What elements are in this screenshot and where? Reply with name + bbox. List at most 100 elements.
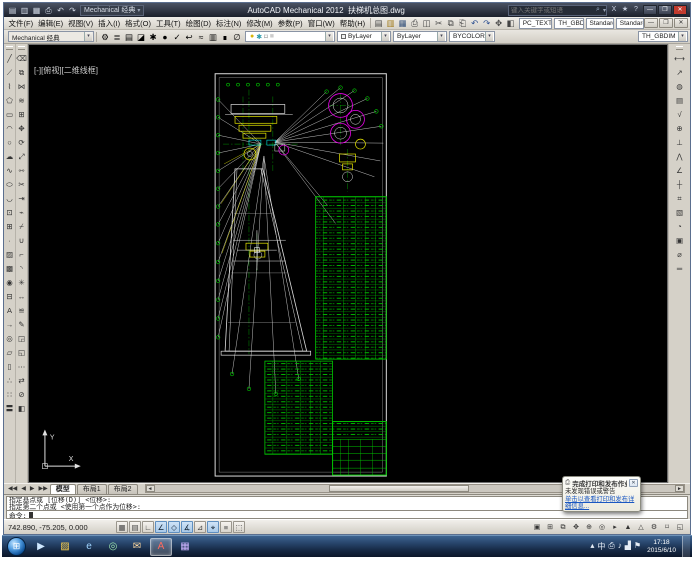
tab-scroll-first[interactable]: ◀◀	[6, 484, 19, 494]
toolbar-grip[interactable]	[6, 46, 13, 50]
overkill-icon[interactable]: ⊘	[16, 389, 27, 400]
drawing-canvas[interactable]: [-][俯视][二维线框]	[28, 44, 668, 483]
pedit-icon[interactable]: ✎	[16, 319, 27, 330]
taskbar-app-icon-3[interactable]: ▦	[174, 538, 196, 556]
menu-item[interactable]: 工具(T)	[154, 18, 184, 29]
ducs-toggle[interactable]: ⊿	[194, 521, 206, 533]
tab-scroll-last[interactable]: ▶▶	[36, 484, 49, 494]
layer-lock-icon[interactable]: ∎	[219, 31, 231, 43]
plot-style-select[interactable]: BYCOLOR▾	[449, 31, 495, 42]
point-icon[interactable]: ·	[4, 235, 15, 246]
menu-item[interactable]: 绘图(D)	[183, 18, 213, 29]
polar-toggle[interactable]: ∠	[155, 521, 167, 533]
pan-icon[interactable]: ✥	[570, 521, 582, 533]
plot-icon[interactable]: ⎙	[409, 17, 421, 29]
join-icon[interactable]: ∪	[16, 235, 27, 246]
color-select[interactable]: ByLayer▾	[337, 31, 391, 42]
help-icon[interactable]: ?	[631, 5, 641, 15]
annotation-visibility-icon[interactable]: ▲	[622, 521, 634, 533]
pan-icon[interactable]: ✥	[493, 17, 505, 29]
make-block-icon[interactable]: ⊞	[4, 221, 15, 232]
start-button[interactable]: ⊞	[7, 537, 26, 556]
group-icon[interactable]: ◲	[16, 333, 27, 344]
command-input-line[interactable]: 命令:	[6, 511, 688, 519]
trim-icon[interactable]: ✂	[16, 179, 27, 190]
viewport-controls[interactable]: [-][俯视][二维线框]	[34, 65, 98, 76]
cut-icon[interactable]: ✂	[433, 17, 445, 29]
edge-symbol-icon[interactable]: ∠	[674, 165, 685, 176]
grid-toggle[interactable]: ▤	[129, 521, 141, 533]
autoscale-icon[interactable]: △	[635, 521, 647, 533]
detail-icon[interactable]: ◔	[674, 221, 685, 232]
dim-style-select[interactable]: TH_GBDIM▾	[554, 18, 583, 29]
layer-isolate-icon[interactable]: ◪	[135, 31, 147, 43]
menu-item[interactable]: 修改(M)	[244, 18, 275, 29]
undo-icon[interactable]: ↶	[469, 17, 481, 29]
snap-toggle[interactable]: ▦	[116, 521, 128, 533]
save-icon[interactable]: ▦	[397, 17, 409, 29]
printer-tray-icon[interactable]: ⎙	[608, 541, 614, 552]
line-icon[interactable]: ╱	[4, 53, 15, 64]
steering-wheel-icon[interactable]: ◎	[596, 521, 608, 533]
scrollbar-thumb[interactable]	[329, 485, 469, 492]
qp-toggle[interactable]: ⬚	[233, 521, 245, 533]
search-input[interactable]	[509, 7, 593, 14]
array-icon[interactable]: ⊞	[16, 109, 27, 120]
layer-previous-icon[interactable]: ↩	[183, 31, 195, 43]
taskbar-ie-icon[interactable]: e	[78, 538, 100, 556]
fillet-icon[interactable]: ◝	[16, 263, 27, 274]
menu-item[interactable]: 帮助(H)	[337, 18, 367, 29]
taskbar-app-icon-1[interactable]: ◎	[102, 538, 124, 556]
insert-block-icon[interactable]: ⊡	[4, 207, 15, 218]
taskbar-folder-icon[interactable]: ▨	[54, 538, 76, 556]
layer-freeze-icon[interactable]: ✱	[147, 31, 159, 43]
properties-icon[interactable]: ◧	[16, 403, 27, 414]
table-icon[interactable]: ⊟	[4, 291, 15, 302]
revision-cloud-icon[interactable]: ☁	[4, 151, 15, 162]
hide-icon[interactable]: ▧	[674, 207, 685, 218]
toolbar-lock-icon[interactable]: ⌑	[661, 521, 673, 533]
hatch-icon[interactable]: ▨	[4, 249, 15, 260]
break-icon[interactable]: ⌿	[16, 221, 27, 232]
ortho-toggle[interactable]: ∟	[142, 521, 154, 533]
save-icon[interactable]: ▦	[31, 5, 42, 16]
scroll-left-icon[interactable]: ◄	[146, 485, 155, 492]
ellipse-arc-icon[interactable]: ◡	[4, 193, 15, 204]
extend-icon[interactable]: ⇥	[16, 193, 27, 204]
layer-select[interactable]: ●✱⌑■ ▾	[245, 31, 335, 42]
quick-view-drawings-icon[interactable]: ⧉	[557, 521, 569, 533]
hidden-icons-button[interactable]: ▴	[590, 541, 594, 552]
lwt-toggle[interactable]: ≡	[220, 521, 232, 533]
ellipse-icon[interactable]: ⬭	[4, 179, 15, 190]
quick-view-layouts-icon[interactable]: ⊞	[544, 521, 556, 533]
search-icon[interactable]: ⌕	[593, 6, 603, 14]
donut-icon[interactable]: ◎	[4, 333, 15, 344]
menu-item[interactable]: 窗口(W)	[305, 18, 337, 29]
taskbar-autocad-icon[interactable]: A	[150, 538, 172, 556]
menu-item[interactable]: 视图(V)	[66, 18, 96, 29]
centerline-icon[interactable]: ┼	[674, 179, 685, 190]
menu-item[interactable]: 参数(P)	[275, 18, 305, 29]
multiline-icon[interactable]: 〓	[4, 403, 15, 414]
open-file-icon[interactable]: ▥	[19, 5, 30, 16]
menu-item[interactable]: 标注(N)	[214, 18, 244, 29]
break-at-point-icon[interactable]: ⌁	[16, 207, 27, 218]
chamfer-icon[interactable]: ⌐	[16, 249, 27, 260]
power-dimension-icon[interactable]: ⟷	[674, 53, 685, 64]
undo-icon[interactable]: ↶	[55, 5, 66, 16]
measure-icon[interactable]: ∷	[4, 389, 15, 400]
show-desktop-button[interactable]	[682, 536, 690, 558]
menu-item[interactable]: 插入(I)	[96, 18, 123, 29]
shaft-generator-icon[interactable]: ═	[674, 263, 685, 274]
toolbar-grip[interactable]	[676, 46, 683, 50]
action-center-icon[interactable]: ⚑	[634, 541, 641, 552]
linetype-select[interactable]: ByLayer▾	[393, 31, 447, 42]
gradient-icon[interactable]: ▩	[4, 263, 15, 274]
table-style-select[interactable]: Standard▾	[586, 18, 614, 29]
workspace-switching-icon[interactable]: ⚙	[648, 521, 660, 533]
screw-calc-icon[interactable]: ⌀	[674, 249, 685, 260]
exchange-icon[interactable]: X	[609, 5, 619, 15]
stretch-icon[interactable]: ⇿	[16, 165, 27, 176]
boundary-icon[interactable]: ▯	[4, 361, 15, 372]
redo-icon[interactable]: ↷	[67, 5, 78, 16]
